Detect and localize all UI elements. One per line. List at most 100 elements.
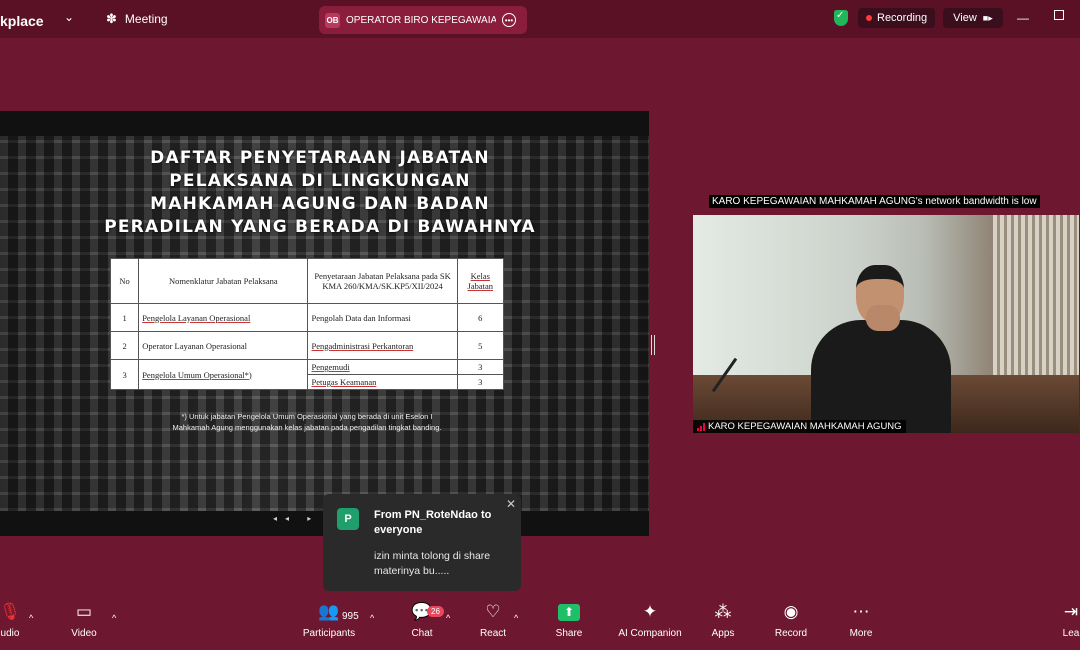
tab-badge: OB	[325, 12, 340, 28]
camera-icon: ▭	[75, 602, 93, 621]
apps-label: Apps	[711, 628, 735, 639]
record-label: Record	[774, 628, 808, 639]
audio-button[interactable]: 🎙 udio	[0, 600, 22, 650]
meeting-tab[interactable]: OB OPERATOR BIRO KEPEGAWAIAN MAHKAMAH AG…	[319, 6, 527, 34]
table-cell: 3	[456, 359, 505, 375]
chat-unread-badge: 26	[427, 606, 444, 617]
apps-button[interactable]: ⁂ Apps	[709, 600, 737, 650]
slide-title-line: MAHKAMAH AGUNG DAN BADAN	[150, 194, 490, 214]
avatar: P	[337, 508, 359, 530]
table-header: Penyetaraan Jabatan Pelaksana pada SK KM…	[307, 258, 458, 304]
react-button[interactable]: ♡ React	[478, 600, 508, 650]
maximize-icon[interactable]	[1054, 10, 1064, 20]
participants-caret-icon[interactable]: ^	[370, 613, 374, 623]
chat-message: izin minta tolong di share materinya bu.…	[374, 550, 491, 577]
react-label: React	[479, 628, 507, 639]
meeting-status: Recording View ■▸	[834, 7, 1003, 29]
minimize-icon[interactable]: —	[1017, 11, 1029, 25]
table-cell: 1	[109, 303, 140, 332]
apps-icon: ⁂	[714, 602, 732, 621]
chat-caret-icon[interactable]: ^	[446, 613, 450, 623]
chat-sender: From PN_RoteNdao to everyone	[374, 509, 492, 536]
share-label: Share	[555, 628, 583, 639]
table-cell: Pengelola Umum Operasional*)	[138, 359, 309, 390]
table-cell: 5	[456, 331, 505, 360]
tab-title: OPERATOR BIRO KEPEGAWAIAN MAHKAMAH AGUNG	[346, 14, 496, 26]
audio-caret-icon[interactable]: ^	[29, 613, 33, 623]
record-dot-icon	[866, 15, 872, 21]
app-name: kplace	[0, 13, 44, 29]
table-cell: Pengemudi	[307, 359, 458, 375]
table-cell: 2	[109, 331, 140, 360]
participant-name: KARO KEPEGAWAIAN MAHKAMAH AGUNG	[708, 421, 902, 432]
table-row: 3 Pengelola Umum Operasional*) Pengemudi…	[109, 359, 505, 390]
table-cell: 3	[109, 359, 140, 390]
signal-icon	[697, 422, 705, 431]
video-person-hand	[866, 305, 900, 331]
participants-label: Participants	[302, 628, 356, 639]
slide-table: No Nomenklatur Jabatan Pelaksana Penyeta…	[109, 258, 505, 390]
table-cell: 3	[456, 374, 505, 390]
footnote-line: *) Untuk jabatan Pengelola Umum Operasio…	[181, 412, 433, 421]
participant-video[interactable]: KARO KEPEGAWAIAN MAHKAMAH AGUNG	[693, 215, 1079, 433]
paw-icon: ✽	[106, 11, 117, 26]
slide-title-line: PERADILAN YANG BERADA DI BAWAHNYA	[104, 217, 536, 237]
table-cell: Pengelola Layanan Operasional	[138, 303, 309, 332]
meeting-label: Meeting	[124, 12, 168, 26]
view-button[interactable]: View ■▸	[943, 8, 1003, 28]
bandwidth-notice: KARO KEPEGAWAIAN MAHKAMAH AGUNG's networ…	[709, 195, 1040, 208]
table-cell: 6	[456, 303, 505, 332]
table-cell: Pengolah Data dan Informasi	[307, 303, 458, 332]
table-row: 2 Operator Layanan Operasional Pengadmin…	[109, 331, 505, 360]
video-label: Video	[71, 628, 97, 639]
chevron-down-icon[interactable]: ⌄	[64, 10, 74, 24]
record-icon: ◉	[783, 602, 799, 621]
table-row: 1 Pengelola Layanan Operasional Pengolah…	[109, 303, 505, 332]
video-person	[811, 265, 951, 433]
more-button[interactable]: ⋯ More	[846, 600, 876, 650]
video-caret-icon[interactable]: ^	[112, 613, 116, 623]
recording-indicator[interactable]: Recording	[858, 8, 936, 28]
view-label: View	[953, 12, 977, 24]
share-button[interactable]: ⬆ Share	[554, 600, 584, 650]
meeting-toolbar: 🎙 udio ^ ▭ Video ^ 👥 Participants ^ 💬 Ch…	[0, 600, 1080, 650]
participants-icon: 👥	[318, 602, 340, 621]
leave-button[interactable]: ⇥ Lea	[1062, 600, 1080, 650]
close-icon[interactable]: ✕	[506, 497, 516, 511]
shared-screen: DAFTAR PENYETARAAN JABATAN PELAKSANA DI …	[0, 111, 649, 536]
table-cell: Operator Layanan Operasional	[138, 331, 309, 360]
top-bar: kplace ⌄ ✽ Meeting OB OPERATOR BIRO KEPE…	[0, 0, 1080, 38]
chat-notification[interactable]: P From PN_RoteNdao to everyone izin mint…	[323, 494, 521, 591]
video-button[interactable]: ▭ Video	[68, 600, 100, 650]
record-button[interactable]: ◉ Record	[773, 600, 809, 650]
shield-icon[interactable]	[834, 10, 848, 26]
react-caret-icon[interactable]: ^	[514, 613, 518, 623]
view-layout-icon: ■▸	[982, 12, 993, 23]
resize-handle[interactable]	[651, 335, 655, 355]
table-cell: Pengadministrasi Perkantoran	[307, 331, 458, 360]
table-header: No	[109, 258, 140, 304]
slide-title-line: DAFTAR PENYETARAAN JABATAN	[150, 148, 490, 168]
slide-title-line: PELAKSANA DI LINGKUNGAN	[169, 171, 471, 191]
participant-name-tag: KARO KEPEGAWAIAN MAHKAMAH AGUNG	[693, 420, 906, 433]
more-icon[interactable]: •••	[502, 13, 516, 27]
leave-icon: ⇥	[1063, 602, 1079, 621]
chat-label: Chat	[411, 628, 433, 639]
share-arrow-icon: ⬆	[558, 604, 580, 621]
meeting-menu[interactable]: ✽ Meeting	[106, 11, 168, 27]
participants-button[interactable]: 👥 Participants	[302, 600, 356, 650]
more-label: More	[849, 628, 873, 639]
more-dots-icon: ⋯	[852, 602, 870, 621]
sparkle-icon: ✦	[642, 602, 658, 621]
mic-muted-icon: 🎙	[0, 602, 21, 621]
ai-companion-button[interactable]: ✦ AI Companion	[614, 600, 686, 650]
participants-count: 995	[342, 611, 359, 622]
heart-icon: ♡	[485, 602, 501, 621]
table-header: Kelas Jabatan	[456, 258, 505, 304]
table-cell: Petugas Keamanan	[307, 374, 458, 390]
footnote-line: Mahkamah Agung menggunakan kelas jabatan…	[172, 423, 442, 432]
recording-label: Recording	[877, 12, 928, 24]
ai-companion-label: AI Companion	[618, 628, 682, 639]
slide-footnote: *) Untuk jabatan Pengelola Umum Operasio…	[110, 411, 504, 433]
audio-label: udio	[0, 628, 20, 639]
